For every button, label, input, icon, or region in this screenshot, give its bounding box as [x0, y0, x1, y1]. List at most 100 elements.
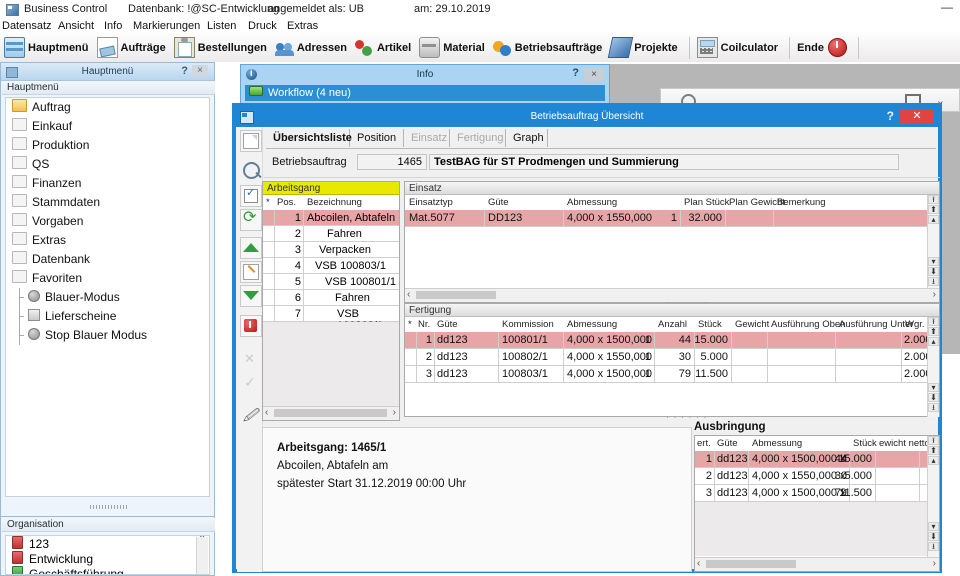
close-button[interactable]: ×: [192, 65, 208, 77]
scroll-step-down-button[interactable]: ▾: [928, 383, 939, 392]
menu-item-extras[interactable]: Extras: [287, 20, 318, 32]
scroll-right-icon[interactable]: ›: [933, 558, 936, 569]
help-button[interactable]: ?: [181, 65, 188, 77]
table-row[interactable]: 3 dd123 4,000 x 1500,000 x 30 79 11.500: [695, 485, 939, 502]
info-list-item[interactable]: Workflow (4 neu): [245, 85, 605, 101]
scroll-down-button[interactable]: ⬇: [928, 532, 939, 541]
tab-position[interactable]: Position: [350, 129, 404, 147]
sidebar-item-datenbank[interactable]: Datenbank: [6, 250, 209, 269]
tab-graph[interactable]: Graph: [506, 129, 548, 147]
menu-item-ansicht[interactable]: Ansicht: [58, 20, 94, 32]
scroll-up-button[interactable]: ⬆: [928, 327, 939, 336]
table-row[interactable]: 6 Fahren: [263, 290, 399, 306]
search-button[interactable]: [240, 159, 262, 181]
scroll-bottom-button[interactable]: ⭳: [928, 403, 939, 412]
ausbringung-hscrollbar[interactable]: ‹ ›: [695, 557, 939, 571]
sidebar-item-einkauf[interactable]: Einkauf: [6, 117, 209, 136]
scroll-right-icon[interactable]: ›: [393, 407, 396, 418]
menu-item-info[interactable]: Info: [104, 20, 122, 32]
table-row[interactable]: 5 VSB 100801/1: [263, 274, 399, 290]
edit-button[interactable]: [240, 261, 262, 283]
sidebar-item-finanzen[interactable]: Finanzen: [6, 174, 209, 193]
scroll-step-up-button[interactable]: ▴: [928, 456, 939, 465]
scroll-thumb[interactable]: [274, 409, 387, 417]
close-button[interactable]: ✕: [900, 109, 934, 124]
menu-item-datensatz[interactable]: Datensatz: [2, 20, 52, 32]
minimize-button[interactable]: —: [940, 1, 954, 15]
tab-uebersichtsliste[interactable]: Übersichtsliste: [266, 129, 352, 147]
move-up-button[interactable]: [240, 237, 262, 259]
scroll-bottom-button[interactable]: ⭳: [928, 277, 939, 286]
table-row[interactable]: 2 Fahren: [263, 226, 399, 242]
toolbar-button-betriebsauftraege[interactable]: Betriebsaufträge: [491, 34, 608, 62]
scroll-left-icon[interactable]: ‹: [697, 558, 700, 569]
toolbar-button-material[interactable]: Material: [417, 34, 491, 62]
stop-button[interactable]: [240, 315, 262, 337]
attachment-button[interactable]: [240, 405, 262, 429]
new-document-button[interactable]: [240, 130, 262, 152]
scroll-up-button[interactable]: ⬆: [928, 205, 939, 214]
table-row[interactable]: 1 dd123 100801/1 4,000 x 1500,000 x 7 1 …: [405, 332, 939, 349]
list-item[interactable]: Geschäftsführung: [6, 566, 209, 574]
scroll-top-button[interactable]: ⭱: [928, 436, 939, 445]
sidebar-item-extras[interactable]: Extras: [6, 231, 209, 250]
table-row[interactable]: 1 dd123 4,000 x 1500,000 x 70 44 15.000: [695, 451, 939, 468]
table-row[interactable]: Mat.5077 DD123 4,000 x 1550,000 1 32.000: [405, 210, 939, 227]
arbeitsgang-hscrollbar[interactable]: ‹ ›: [263, 406, 399, 420]
toolbar-button-projekte[interactable]: Projekte: [607, 34, 683, 62]
sidebar-resize-grip[interactable]: [1, 500, 216, 509]
scroll-step-up-button[interactable]: ▴: [928, 215, 939, 224]
sidebar-item-lieferscheine[interactable]: Lieferscheine: [6, 307, 209, 326]
toolbar-button-hauptmenue[interactable]: Hauptmenü: [2, 34, 95, 62]
toolbar-button-ende[interactable]: Ende: [795, 34, 853, 62]
scroll-top-button[interactable]: ⭱: [928, 195, 939, 204]
list-item[interactable]: 123: [6, 536, 209, 551]
toolbar-button-auftraege[interactable]: Aufträge: [95, 34, 172, 62]
scroll-thumb[interactable]: [706, 560, 796, 568]
help-button[interactable]: ?: [572, 67, 579, 79]
menu-item-druck[interactable]: Druck: [248, 20, 277, 32]
scroll-step-down-button[interactable]: ▾: [928, 257, 939, 266]
scroll-bottom-button[interactable]: ⭳: [928, 542, 939, 551]
checkbox-button[interactable]: [240, 185, 262, 207]
scroll-up-button[interactable]: ⬆: [928, 446, 939, 455]
sidebar-item-favoriten[interactable]: Favoriten: [6, 269, 209, 288]
list-item[interactable]: Entwicklung: [6, 551, 209, 566]
betriebsauftrag-description-input[interactable]: TestBAG für ST Prodmengen und Summierung: [429, 154, 899, 170]
table-row[interactable]: 4 VSB 100803/1: [263, 258, 399, 274]
toolbar-button-adressen[interactable]: Adressen: [273, 34, 353, 62]
scroll-step-up-button[interactable]: ▴: [928, 337, 939, 346]
betriebsauftrag-number-input[interactable]: 1465: [357, 154, 427, 170]
table-row[interactable]: 3 Verpacken: [263, 242, 399, 258]
scroll-down-button[interactable]: ⬇: [928, 393, 939, 402]
scroll-right-icon[interactable]: ›: [933, 289, 936, 300]
sidebar-item-blauer-modus[interactable]: Blauer-Modus: [6, 288, 209, 307]
sidebar-item-produktion[interactable]: Produktion: [6, 136, 209, 155]
refresh-button[interactable]: [240, 207, 262, 231]
tab-fertigung[interactable]: Fertigung: [450, 129, 506, 147]
ausbringung-vscrollbar[interactable]: ⭱ ⬆ ▴ ▾ ⬇ ⭳: [927, 436, 939, 559]
table-row[interactable]: 7VSB 100802/1: [263, 306, 399, 332]
scroll-left-icon[interactable]: ‹: [407, 289, 410, 300]
help-button[interactable]: ?: [887, 109, 894, 123]
scroll-left-icon[interactable]: ‹: [265, 407, 268, 418]
fertigung-vscrollbar[interactable]: ⭱ ⬆ ▴ ▾ ⬇ ⭳: [927, 317, 939, 417]
table-row[interactable]: 2 dd123 4,000 x 1550,000 x 33 30 5.000: [695, 468, 939, 485]
toolbar-button-coilculator[interactable]: Coilculator: [695, 34, 784, 62]
sidebar-item-stammdaten[interactable]: Stammdaten: [6, 193, 209, 212]
sidebar-item-stop-blauer-modus[interactable]: Stop Blauer Modus: [6, 326, 209, 345]
scroll-step-down-button[interactable]: ▾: [928, 522, 939, 531]
scroll-top-button[interactable]: ⭱: [928, 317, 939, 326]
menu-item-markierungen[interactable]: Markierungen: [133, 20, 200, 32]
table-row[interactable]: 1 Abcoilen, Abtafeln: [263, 210, 399, 226]
scroll-thumb[interactable]: [416, 291, 496, 299]
toolbar-button-artikel[interactable]: Artikel: [353, 34, 417, 62]
tab-einsatz[interactable]: Einsatz: [404, 129, 450, 147]
organisation-scrollbar[interactable]: [196, 536, 208, 574]
close-button[interactable]: ×: [584, 68, 604, 81]
toolbar-button-bestellungen[interactable]: Bestellungen: [172, 34, 273, 62]
table-row[interactable]: 2 dd123 100802/1 4,000 x 1550,000 x 3 1 …: [405, 349, 939, 366]
move-down-button[interactable]: [240, 285, 262, 307]
scroll-down-button[interactable]: ⬇: [928, 267, 939, 276]
menu-item-listen[interactable]: Listen: [207, 20, 236, 32]
